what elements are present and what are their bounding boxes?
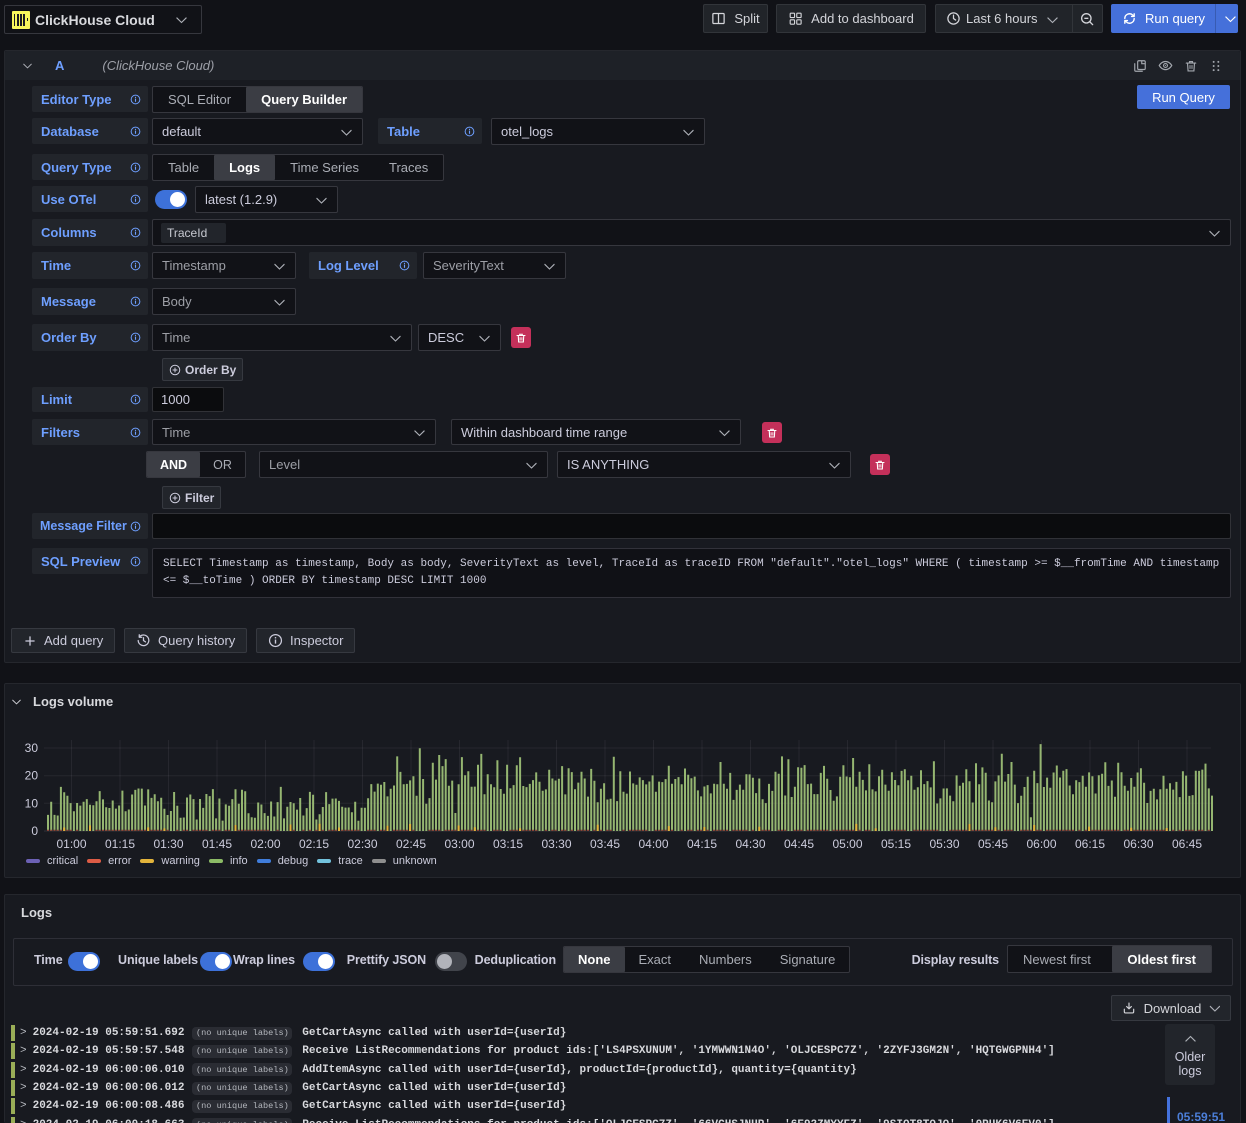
svg-text:03:00: 03:00 (444, 837, 474, 851)
svg-text:06:45: 06:45 (1172, 837, 1202, 851)
svg-text:02:00: 02:00 (250, 837, 280, 851)
svg-text:01:30: 01:30 (153, 837, 183, 851)
svg-text:02:30: 02:30 (347, 837, 377, 851)
svg-text:0: 0 (31, 824, 38, 838)
svg-text:30: 30 (25, 741, 39, 755)
svg-text:06:30: 06:30 (1123, 837, 1153, 851)
svg-text:04:45: 04:45 (784, 837, 814, 851)
svg-text:03:30: 03:30 (541, 837, 571, 851)
svg-text:02:15: 02:15 (299, 837, 329, 851)
svg-text:04:30: 04:30 (735, 837, 765, 851)
svg-text:01:45: 01:45 (202, 837, 232, 851)
svg-text:02:45: 02:45 (396, 837, 426, 851)
svg-text:01:00: 01:00 (56, 837, 86, 851)
svg-text:03:45: 03:45 (590, 837, 620, 851)
svg-text:04:00: 04:00 (638, 837, 668, 851)
svg-text:01:15: 01:15 (105, 837, 135, 851)
svg-text:05:45: 05:45 (978, 837, 1008, 851)
svg-text:04:15: 04:15 (687, 837, 717, 851)
svg-text:03:15: 03:15 (493, 837, 523, 851)
svg-text:06:00: 06:00 (1026, 837, 1056, 851)
svg-text:05:00: 05:00 (832, 837, 862, 851)
svg-text:10: 10 (25, 796, 39, 810)
svg-text:05:30: 05:30 (929, 837, 959, 851)
svg-text:06:15: 06:15 (1075, 837, 1105, 851)
svg-text:05:15: 05:15 (881, 837, 911, 851)
svg-text:20: 20 (25, 769, 39, 783)
